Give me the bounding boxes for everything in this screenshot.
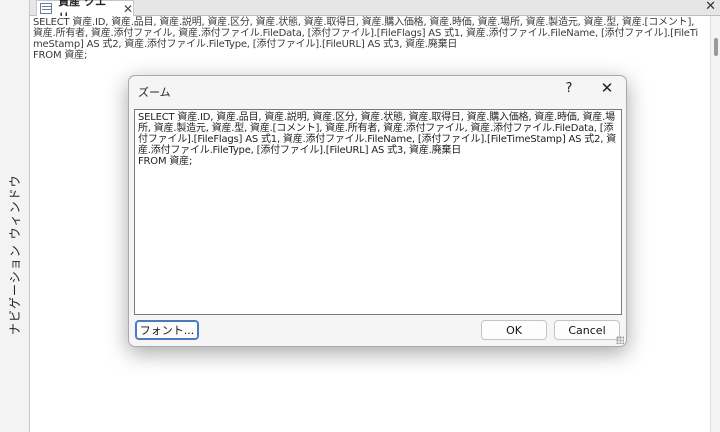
font-button[interactable]: フォント... [135,320,199,340]
dialog-title: ズーム [138,86,171,99]
query-icon [40,3,53,14]
zoom-text[interactable]: SELECT 資産.ID, 資産.品目, 資産.説明, 資産.区分, 資産.状態… [138,112,616,167]
resize-grip[interactable] [616,336,624,344]
access-window: ナビゲーション ウィンドウ 資産 クエリ ✕ ✕ SELECT 資産.ID, 資… [0,0,720,432]
navigation-pane[interactable]: ナビゲーション ウィンドウ [0,0,30,432]
scrollbar-thumb[interactable] [714,38,718,56]
document-close-icon[interactable]: ✕ [705,0,716,14]
zoom-text-box[interactable]: SELECT 資産.ID, 資産.品目, 資産.説明, 資産.区分, 資産.状態… [134,109,622,315]
sql-text[interactable]: SELECT 資産.ID, 資産.品目, 資産.説明, 資産.区分, 資産.状態… [33,17,703,61]
tab-close-icon[interactable]: ✕ [123,2,133,16]
document-tab-strip: 資産 クエリ ✕ ✕ [30,0,720,24]
tab-asset-query[interactable]: 資産 クエリ ✕ [36,0,134,24]
navigation-pane-label[interactable]: ナビゲーション ウィンドウ [6,174,23,335]
dialog-title-bar[interactable]: ズーム ? ✕ [129,76,626,104]
vertical-scrollbar[interactable] [710,16,720,432]
zoom-dialog: ズーム ? ✕ SELECT 資産.ID, 資産.品目, 資産.説明, 資産.区… [128,75,627,347]
ok-button[interactable]: OK [481,320,547,340]
close-icon[interactable]: ✕ [599,79,615,97]
cancel-button[interactable]: Cancel [554,320,620,340]
help-icon[interactable]: ? [561,81,577,96]
